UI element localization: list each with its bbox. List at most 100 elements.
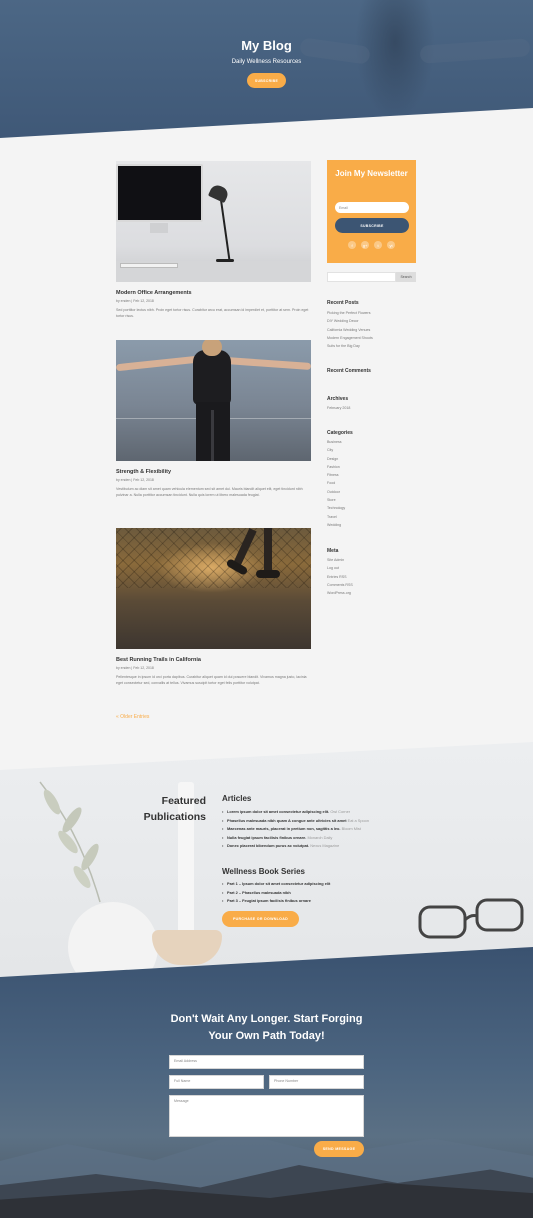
category-link[interactable]: Technology: [327, 504, 345, 512]
phone-field[interactable]: Phone Number: [269, 1075, 364, 1089]
older-entries-link[interactable]: « Older Entries: [116, 714, 149, 720]
post-title[interactable]: Modern Office Arrangements: [116, 290, 192, 296]
meta-link[interactable]: Log out: [327, 564, 353, 572]
category-link[interactable]: Food: [327, 479, 345, 487]
category-link[interactable]: City: [327, 446, 345, 454]
recent-post-link[interactable]: Modern Engagement Shoots: [327, 334, 373, 342]
book-part-item: Part 1 – Ipsum dolor sit amet consectetu…: [222, 880, 330, 889]
archives-heading: Archives: [327, 396, 349, 402]
recent-comments-heading: Recent Comments: [327, 368, 371, 374]
recent-post-link[interactable]: Suits for the Big Day: [327, 342, 373, 350]
facebook-icon[interactable]: f: [348, 241, 356, 249]
send-message-button[interactable]: SEND MESSAGE: [314, 1141, 364, 1157]
post-excerpt: Pellentesque in ipsum id orci porta dapi…: [116, 675, 307, 685]
arm-left: [116, 355, 199, 372]
category-link[interactable]: Store: [327, 496, 345, 504]
post-image-fitness[interactable]: [116, 340, 311, 461]
article-source: Bloom Mist: [341, 826, 361, 832]
publications-title-line: Publications: [143, 811, 206, 823]
recent-posts-list: Picking the Perfect Flowers DIY Wedding …: [327, 309, 373, 350]
chain-fence: [116, 528, 311, 588]
message-textarea[interactable]: Message: [169, 1095, 364, 1137]
hero-subscribe-button[interactable]: SUBSCRIBE: [247, 73, 286, 88]
recent-post-link[interactable]: Picking the Perfect Flowers: [327, 309, 373, 317]
article-text: Lorem ipsum dolor sit amet consectetur a…: [227, 809, 330, 814]
contact-title-line: Your Own Path Today!: [208, 1030, 325, 1042]
purchase-download-button[interactable]: PURCHASE OR DOWNLOAD: [222, 911, 299, 927]
arm-right: [225, 357, 311, 370]
article-item[interactable]: Nulla feugiat ipsum facilisis finibus or…: [222, 834, 369, 843]
athlete-torso: [193, 350, 231, 405]
vase-illustration: [68, 902, 158, 977]
publications-section: [0, 742, 533, 977]
keyboard-illustration: [120, 263, 178, 268]
article-source: Monarch Daily: [307, 834, 333, 840]
recent-post-link[interactable]: DIY Wedding Decor: [327, 317, 373, 325]
post-image-office[interactable]: [116, 161, 311, 282]
categories-list: Business City Design Fashion Fitness Foo…: [327, 438, 345, 529]
article-item[interactable]: Maecenas ante mauris, placerat in pretiu…: [222, 825, 369, 834]
category-link[interactable]: Outdoor: [327, 488, 345, 496]
twitter-icon[interactable]: t: [374, 241, 382, 249]
category-link[interactable]: Travel: [327, 513, 345, 521]
recent-posts-heading: Recent Posts: [327, 300, 359, 306]
article-text: Nulla feugiat ipsum facilisis finibus or…: [227, 834, 307, 840]
post-title[interactable]: Best Running Trails in California: [116, 657, 201, 663]
meta-link[interactable]: Site Admin: [327, 556, 353, 564]
post-title[interactable]: Strength & Flexibility: [116, 469, 171, 475]
candle-holder-illustration: [152, 930, 222, 965]
category-link[interactable]: Fitness: [327, 471, 345, 479]
category-link[interactable]: Design: [327, 455, 345, 463]
glasses-illustration: [418, 898, 524, 939]
article-text: Maecenas ante mauris, placerat in pretiu…: [227, 826, 341, 832]
newsletter-subscribe-button[interactable]: SUBSCRIBE: [335, 218, 409, 233]
sidebar-search-input[interactable]: [327, 272, 396, 282]
hero-section: [0, 0, 533, 138]
youtube-icon[interactable]: yt: [387, 241, 395, 249]
newsletter-email-input[interactable]: Email: [335, 202, 409, 213]
article-item[interactable]: Phasellus malesuada nibh quam A congue a…: [222, 817, 369, 826]
page-title: My Blog: [241, 38, 292, 53]
runner-leg: [264, 528, 272, 573]
category-link[interactable]: Wedding: [327, 521, 345, 529]
post-meta: by enden | Feb 12, 2018: [116, 299, 154, 303]
book-part-item: Part 3 – Feugiat ipsum facilisis finibus…: [222, 897, 330, 906]
email-field[interactable]: Email Address: [169, 1055, 364, 1069]
articles-list: Lorem ipsum dolor sit amet consectetur a…: [222, 808, 369, 851]
publications-title-line: Featured: [161, 795, 206, 807]
article-source: Nexus Magazine: [310, 843, 340, 849]
monitor-stand: [150, 223, 168, 233]
lamp-base: [216, 259, 234, 262]
article-text: Donec placerat bibendum purus ac volutpa…: [227, 843, 310, 849]
meta-link[interactable]: Entries RSS: [327, 573, 353, 581]
google-plus-icon[interactable]: g+: [361, 241, 369, 249]
social-icons: f g+ t yt: [327, 241, 416, 249]
post-meta: by enden | Feb 12, 2018: [116, 478, 154, 482]
lamp-head: [207, 182, 231, 204]
archive-link[interactable]: February 2018: [327, 404, 350, 412]
post-excerpt: Vestibulum ac diam sit amet quam vehicul…: [116, 487, 303, 497]
meta-link[interactable]: WordPress.org: [327, 589, 353, 597]
book-series-heading: Wellness Book Series: [222, 867, 305, 876]
article-text: Phasellus malesuada nibh quam A congue a…: [227, 817, 347, 823]
sidebar-search-button[interactable]: Search: [396, 272, 416, 282]
article-item[interactable]: Lorem ipsum dolor sit amet consectetur a…: [222, 808, 369, 817]
full-name-field[interactable]: Full Name: [169, 1075, 264, 1089]
article-item[interactable]: Donec placerat bibendum purus ac volutpa…: [222, 842, 369, 851]
category-link[interactable]: Fashion: [327, 463, 345, 471]
athlete-legs: [196, 402, 230, 461]
publications-title: Featured Publications: [120, 793, 206, 825]
recent-post-link[interactable]: California Wedding Venues: [327, 326, 373, 334]
post-image-running[interactable]: [116, 528, 311, 649]
post-meta: by enden | Feb 12, 2018: [116, 666, 154, 670]
archives-list: February 2018: [327, 404, 350, 412]
meta-link[interactable]: Comments RSS: [327, 581, 353, 589]
categories-heading: Categories: [327, 430, 353, 436]
leaves-illustration: [39, 781, 101, 903]
page-subtitle: Daily Wellness Resources: [231, 59, 302, 65]
meta-list: Site Admin Log out Entries RSS Comments …: [327, 556, 353, 597]
post-excerpt: Sed porttitor lectus nibh. Proin eget to…: [116, 308, 309, 318]
article-source: Owl Corner: [330, 809, 351, 814]
contact-title: Don't Wait Any Longer. Start Forging You…: [0, 1011, 533, 1045]
category-link[interactable]: Business: [327, 438, 345, 446]
